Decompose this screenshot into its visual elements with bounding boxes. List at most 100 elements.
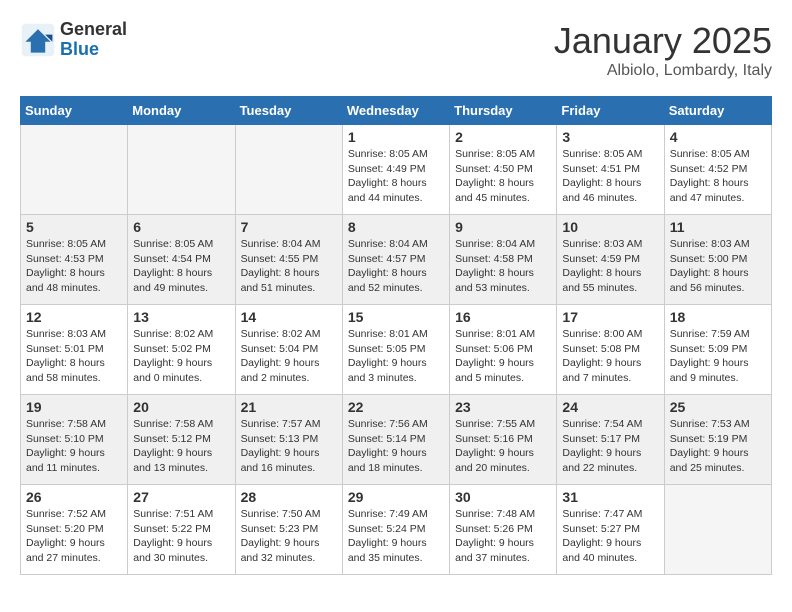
day-number: 15	[348, 309, 444, 325]
day-number: 12	[26, 309, 122, 325]
logo-blue: Blue	[60, 40, 127, 60]
day-info: Sunrise: 8:04 AM Sunset: 4:57 PM Dayligh…	[348, 237, 444, 296]
day-number: 18	[670, 309, 766, 325]
logo-icon	[20, 22, 56, 58]
day-info: Sunrise: 7:58 AM Sunset: 5:10 PM Dayligh…	[26, 417, 122, 476]
day-info: Sunrise: 7:50 AM Sunset: 5:23 PM Dayligh…	[241, 507, 337, 566]
day-info: Sunrise: 8:00 AM Sunset: 5:08 PM Dayligh…	[562, 327, 658, 386]
calendar-cell: 2 Sunrise: 8:05 AM Sunset: 4:50 PM Daylig…	[450, 125, 557, 215]
calendar-cell: 26Sunrise: 7:52 AM Sunset: 5:20 PM Dayli…	[21, 485, 128, 575]
day-number: 19	[26, 399, 122, 415]
calendar-table: SundayMondayTuesdayWednesdayThursdayFrid…	[20, 96, 772, 575]
day-number: 27	[133, 489, 229, 505]
day-info: Sunrise: 8:04 AM Sunset: 4:55 PM Dayligh…	[241, 237, 337, 296]
day-number: 1	[348, 129, 444, 145]
calendar-cell: 11Sunrise: 8:03 AM Sunset: 5:00 PM Dayli…	[664, 215, 771, 305]
day-number: 10	[562, 219, 658, 235]
calendar-week-row: 19 Sunrise: 7:58 AM Sunset: 5:10 PM Dayli…	[21, 395, 772, 485]
day-info: Sunrise: 7:52 AM Sunset: 5:20 PM Dayligh…	[26, 507, 122, 566]
month-title: January 2025	[554, 20, 772, 62]
calendar-cell: 17 Sunrise: 8:00 AM Sunset: 5:08 PM Dayli…	[557, 305, 664, 395]
calendar-cell: 27 Sunrise: 7:51 AM Sunset: 5:22 PM Dayli…	[128, 485, 235, 575]
day-number: 14	[241, 309, 337, 325]
logo-text: General Blue	[60, 20, 127, 60]
day-number: 22	[348, 399, 444, 415]
calendar-cell: 13 Sunrise: 8:02 AM Sunset: 5:02 PM Dayli…	[128, 305, 235, 395]
calendar-cell: 10 Sunrise: 8:03 AM Sunset: 4:59 PM Dayli…	[557, 215, 664, 305]
day-info: Sunrise: 8:05 AM Sunset: 4:54 PM Dayligh…	[133, 237, 229, 296]
calendar-week-row: 1 Sunrise: 8:05 AM Sunset: 4:49 PM Daylig…	[21, 125, 772, 215]
calendar-cell: 6 Sunrise: 8:05 AM Sunset: 4:54 PM Daylig…	[128, 215, 235, 305]
day-number: 8	[348, 219, 444, 235]
day-number: 9	[455, 219, 551, 235]
calendar-cell: 18Sunrise: 7:59 AM Sunset: 5:09 PM Dayli…	[664, 305, 771, 395]
weekday-header: Monday	[128, 97, 235, 125]
day-number: 30	[455, 489, 551, 505]
logo-general: General	[60, 20, 127, 40]
day-info: Sunrise: 8:05 AM Sunset: 4:50 PM Dayligh…	[455, 147, 551, 206]
calendar-cell: 19 Sunrise: 7:58 AM Sunset: 5:10 PM Dayli…	[21, 395, 128, 485]
day-info: Sunrise: 8:02 AM Sunset: 5:02 PM Dayligh…	[133, 327, 229, 386]
calendar-cell: 30 Sunrise: 7:48 AM Sunset: 5:26 PM Dayli…	[450, 485, 557, 575]
day-info: Sunrise: 8:04 AM Sunset: 4:58 PM Dayligh…	[455, 237, 551, 296]
day-number: 6	[133, 219, 229, 235]
day-info: Sunrise: 8:02 AM Sunset: 5:04 PM Dayligh…	[241, 327, 337, 386]
calendar-cell: 9 Sunrise: 8:04 AM Sunset: 4:58 PM Daylig…	[450, 215, 557, 305]
day-info: Sunrise: 7:55 AM Sunset: 5:16 PM Dayligh…	[455, 417, 551, 476]
day-info: Sunrise: 8:03 AM Sunset: 5:01 PM Dayligh…	[26, 327, 122, 386]
day-info: Sunrise: 8:05 AM Sunset: 4:53 PM Dayligh…	[26, 237, 122, 296]
day-number: 2	[455, 129, 551, 145]
day-number: 3	[562, 129, 658, 145]
day-number: 25	[670, 399, 766, 415]
location: Albiolo, Lombardy, Italy	[554, 62, 772, 80]
weekday-header: Sunday	[21, 97, 128, 125]
calendar-cell: 21 Sunrise: 7:57 AM Sunset: 5:13 PM Dayli…	[235, 395, 342, 485]
weekday-header: Thursday	[450, 97, 557, 125]
day-info: Sunrise: 8:03 AM Sunset: 4:59 PM Dayligh…	[562, 237, 658, 296]
day-number: 29	[348, 489, 444, 505]
day-info: Sunrise: 7:48 AM Sunset: 5:26 PM Dayligh…	[455, 507, 551, 566]
title-block: January 2025 Albiolo, Lombardy, Italy	[554, 20, 772, 80]
day-info: Sunrise: 7:51 AM Sunset: 5:22 PM Dayligh…	[133, 507, 229, 566]
weekday-header: Tuesday	[235, 97, 342, 125]
day-number: 31	[562, 489, 658, 505]
day-number: 17	[562, 309, 658, 325]
calendar-cell: 20Sunrise: 7:58 AM Sunset: 5:12 PM Dayli…	[128, 395, 235, 485]
calendar-cell: 29 Sunrise: 7:49 AM Sunset: 5:24 PM Dayli…	[342, 485, 449, 575]
day-number: 24	[562, 399, 658, 415]
calendar-cell: 16 Sunrise: 8:01 AM Sunset: 5:06 PM Dayli…	[450, 305, 557, 395]
day-info: Sunrise: 7:58 AM Sunset: 5:12 PM Dayligh…	[133, 417, 229, 476]
calendar-cell: 15Sunrise: 8:01 AM Sunset: 5:05 PM Dayli…	[342, 305, 449, 395]
weekday-header: Saturday	[664, 97, 771, 125]
day-info: Sunrise: 7:57 AM Sunset: 5:13 PM Dayligh…	[241, 417, 337, 476]
day-number: 16	[455, 309, 551, 325]
day-info: Sunrise: 8:03 AM Sunset: 5:00 PM Dayligh…	[670, 237, 766, 296]
calendar-cell: 4Sunrise: 8:05 AM Sunset: 4:52 PM Daylig…	[664, 125, 771, 215]
day-number: 13	[133, 309, 229, 325]
calendar-cell: 31 Sunrise: 7:47 AM Sunset: 5:27 PM Dayli…	[557, 485, 664, 575]
calendar-cell: 23Sunrise: 7:55 AM Sunset: 5:16 PM Dayli…	[450, 395, 557, 485]
calendar-cell	[128, 125, 235, 215]
calendar-week-row: 12 Sunrise: 8:03 AM Sunset: 5:01 PM Dayli…	[21, 305, 772, 395]
day-number: 21	[241, 399, 337, 415]
weekday-header-row: SundayMondayTuesdayWednesdayThursdayFrid…	[21, 97, 772, 125]
day-number: 5	[26, 219, 122, 235]
day-info: Sunrise: 8:05 AM Sunset: 4:49 PM Dayligh…	[348, 147, 444, 206]
calendar-cell	[664, 485, 771, 575]
day-info: Sunrise: 7:49 AM Sunset: 5:24 PM Dayligh…	[348, 507, 444, 566]
calendar-week-row: 5 Sunrise: 8:05 AM Sunset: 4:53 PM Daylig…	[21, 215, 772, 305]
day-number: 28	[241, 489, 337, 505]
calendar-cell: 14 Sunrise: 8:02 AM Sunset: 5:04 PM Dayli…	[235, 305, 342, 395]
day-info: Sunrise: 7:53 AM Sunset: 5:19 PM Dayligh…	[670, 417, 766, 476]
calendar-cell	[21, 125, 128, 215]
calendar-cell: 24Sunrise: 7:54 AM Sunset: 5:17 PM Dayli…	[557, 395, 664, 485]
day-info: Sunrise: 8:01 AM Sunset: 5:06 PM Dayligh…	[455, 327, 551, 386]
logo: General Blue	[20, 20, 127, 60]
calendar-cell: 1 Sunrise: 8:05 AM Sunset: 4:49 PM Daylig…	[342, 125, 449, 215]
day-info: Sunrise: 7:47 AM Sunset: 5:27 PM Dayligh…	[562, 507, 658, 566]
page-header: General Blue January 2025 Albiolo, Lomba…	[20, 20, 772, 80]
calendar-cell: 28 Sunrise: 7:50 AM Sunset: 5:23 PM Dayli…	[235, 485, 342, 575]
calendar-cell: 5 Sunrise: 8:05 AM Sunset: 4:53 PM Daylig…	[21, 215, 128, 305]
calendar-cell: 25 Sunrise: 7:53 AM Sunset: 5:19 PM Dayli…	[664, 395, 771, 485]
calendar-cell: 7Sunrise: 8:04 AM Sunset: 4:55 PM Daylig…	[235, 215, 342, 305]
